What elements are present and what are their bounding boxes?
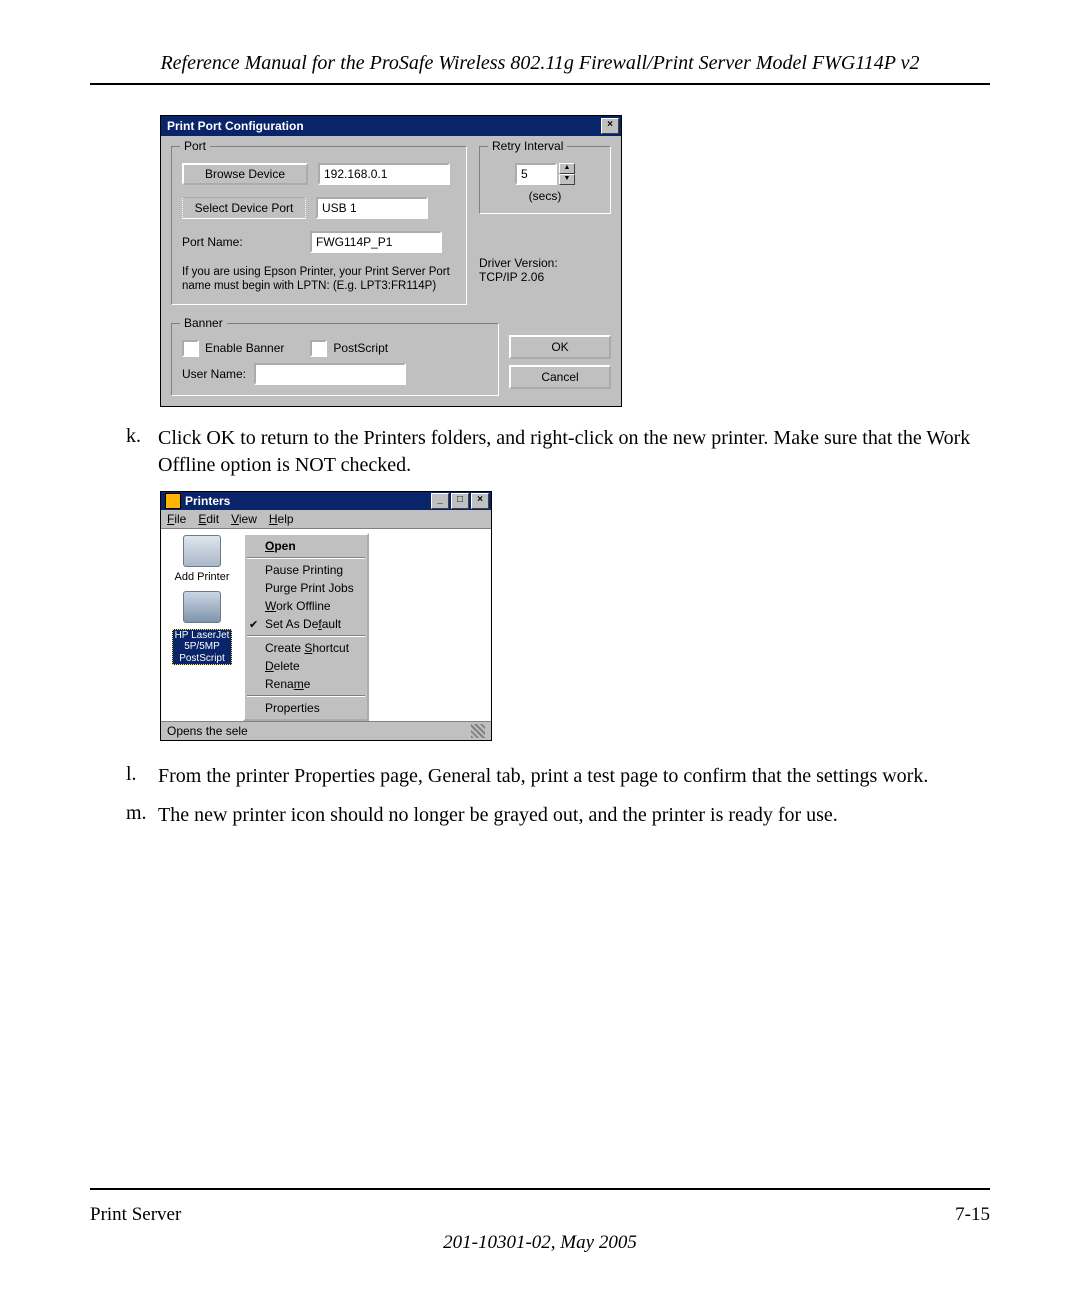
cancel-button[interactable]: Cancel <box>509 365 611 389</box>
port-groupbox: Port Browse Device Select Device Port Po… <box>171 146 467 305</box>
menu-item-work-offline[interactable]: Work Offline <box>245 597 367 615</box>
printers-titlebar: Printers _ □ × <box>161 492 491 510</box>
ok-button[interactable]: OK <box>509 335 611 359</box>
port-legend: Port <box>180 139 210 153</box>
page-footer: Print Server 7-15 201-10301-02, May 2005 <box>90 1188 990 1254</box>
printers-window: Printers _ □ × File Edit View Help Add P… <box>160 491 492 741</box>
footer-left: Print Server <box>90 1204 181 1226</box>
page-header: Reference Manual for the ProSafe Wireles… <box>90 52 990 75</box>
printers-title: Printers <box>185 494 230 508</box>
add-printer-item[interactable]: Add Printer <box>161 535 243 583</box>
printer-item-selected[interactable]: HP LaserJet 5P/5MP PostScript <box>161 591 243 666</box>
print-port-config-dialog: Print Port Configuration × Port Browse D… <box>160 115 622 407</box>
port-name-label: Port Name: <box>182 235 300 249</box>
retry-unit: (secs) <box>490 189 600 203</box>
add-printer-icon <box>183 535 221 567</box>
select-device-port-button[interactable]: Select Device Port <box>182 197 306 219</box>
spin-up-icon[interactable]: ▲ <box>559 163 575 174</box>
menu-item-set-default[interactable]: ✔Set As Default <box>245 615 367 633</box>
check-icon: ✔ <box>249 618 258 631</box>
maximize-icon[interactable]: □ <box>451 493 469 509</box>
close-icon[interactable]: × <box>471 493 489 509</box>
spinner-buttons[interactable]: ▲ ▼ <box>559 163 575 185</box>
checkbox-icon <box>182 340 199 357</box>
status-text: Opens the sele <box>167 724 248 738</box>
ip-input[interactable] <box>318 163 450 185</box>
menu-item-purge[interactable]: Purge Print Jobs <box>245 579 367 597</box>
menu-item-properties[interactable]: Properties <box>245 699 367 717</box>
footer-right: 7-15 <box>955 1204 990 1226</box>
footer-date: 201-10301-02, May 2005 <box>90 1232 990 1254</box>
retry-interval-input[interactable] <box>515 163 557 185</box>
postscript-checkbox[interactable]: PostScript <box>310 340 388 357</box>
banner-legend: Banner <box>180 316 227 330</box>
menu-edit[interactable]: Edit <box>198 512 219 526</box>
printer-icon <box>183 591 221 623</box>
footer-rule <box>90 1188 990 1190</box>
retry-legend: Retry Interval <box>488 139 567 153</box>
dialog-title: Print Port Configuration <box>167 119 304 133</box>
enable-banner-checkbox[interactable]: Enable Banner <box>182 340 284 357</box>
spin-down-icon[interactable]: ▼ <box>559 174 575 185</box>
username-input[interactable] <box>254 363 406 385</box>
resize-grip-icon[interactable] <box>471 724 485 738</box>
menu-item-pause[interactable]: Pause Printing <box>245 561 367 579</box>
retry-groupbox: Retry Interval ▲ ▼ (secs) <box>479 146 611 214</box>
menu-view[interactable]: View <box>231 512 257 526</box>
checkbox-icon <box>310 340 327 357</box>
port-name-input[interactable] <box>310 231 442 253</box>
close-icon[interactable]: × <box>601 118 619 134</box>
printer-list-pane: Add Printer HP LaserJet 5P/5MP PostScrip… <box>161 529 243 721</box>
browse-device-button[interactable]: Browse Device <box>182 163 308 185</box>
step-k: k. Click OK to return to the Printers fo… <box>126 425 990 479</box>
printers-folder-icon <box>165 493 181 509</box>
menu-item-delete[interactable]: Delete <box>245 657 367 675</box>
menu-item-open[interactable]: Open <box>245 537 367 555</box>
epson-note: If you are using Epson Printer, your Pri… <box>182 265 456 294</box>
menu-help[interactable]: Help <box>269 512 294 526</box>
header-rule <box>90 83 990 85</box>
step-l: l. From the printer Properties page, Gen… <box>126 763 990 790</box>
menubar: File Edit View Help <box>161 510 491 529</box>
menu-item-rename[interactable]: Rename <box>245 675 367 693</box>
menu-file[interactable]: File <box>167 512 186 526</box>
username-label: User Name: <box>182 367 246 381</box>
step-m: m. The new printer icon should no longer… <box>126 802 990 829</box>
menu-item-shortcut[interactable]: Create Shortcut <box>245 639 367 657</box>
banner-groupbox: Banner Enable Banner PostScript User <box>171 323 499 396</box>
device-port-input[interactable] <box>316 197 428 219</box>
statusbar: Opens the sele <box>161 721 491 740</box>
dialog-titlebar: Print Port Configuration × <box>161 116 621 136</box>
context-menu: Open Pause Printing Purge Print Jobs Wor… <box>243 533 369 721</box>
minimize-icon[interactable]: _ <box>431 493 449 509</box>
driver-version-info: Driver Version: TCP/IP 2.06 <box>479 256 611 284</box>
